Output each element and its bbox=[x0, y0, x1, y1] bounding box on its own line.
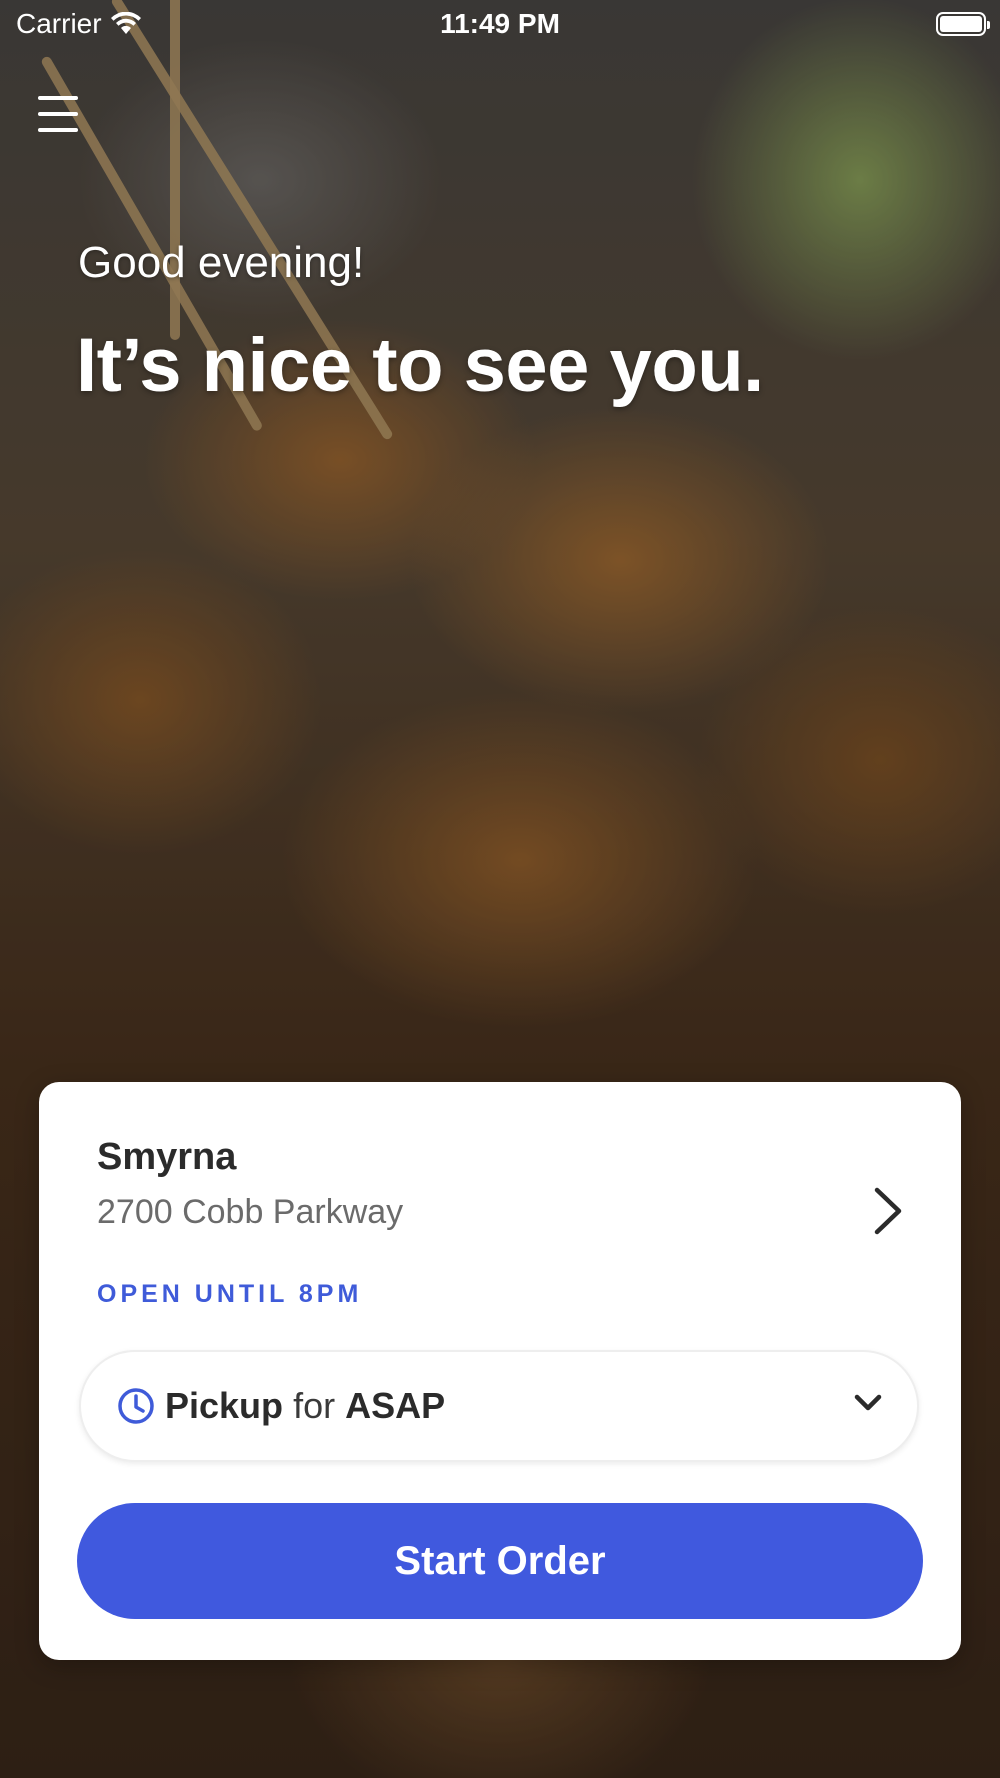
menu-icon[interactable] bbox=[38, 96, 78, 132]
greeting-text: Good evening! bbox=[78, 238, 365, 287]
hours-label: OPEN UNTIL 8PM bbox=[97, 1280, 363, 1308]
fulfillment-connector: for bbox=[293, 1385, 336, 1426]
headline-text: It’s nice to see you. bbox=[76, 323, 764, 408]
clock-icon bbox=[118, 1388, 154, 1424]
fulfillment-summary: Pickup for ASAP bbox=[165, 1385, 445, 1427]
location-selector[interactable]: Smyrna 2700 Cobb Parkway bbox=[97, 1136, 911, 1235]
chevron-down-icon bbox=[854, 1394, 882, 1411]
battery-icon bbox=[936, 12, 990, 36]
status-bar: Carrier 11:49 PM bbox=[0, 0, 1000, 50]
fulfillment-dropdown[interactable]: Pickup for ASAP bbox=[79, 1350, 919, 1462]
status-time: 11:49 PM bbox=[440, 8, 560, 39]
fulfillment-method: Pickup bbox=[165, 1385, 284, 1426]
location-name: Smyrna bbox=[97, 1136, 237, 1178]
location-address: 2700 Cobb Parkway bbox=[97, 1193, 404, 1231]
start-order-button[interactable]: Start Order bbox=[77, 1503, 923, 1619]
order-card: Smyrna 2700 Cobb Parkway OPEN UNTIL 8PM … bbox=[39, 1082, 961, 1660]
chevron-right-icon bbox=[874, 1187, 902, 1235]
fulfillment-time: ASAP bbox=[345, 1385, 446, 1426]
